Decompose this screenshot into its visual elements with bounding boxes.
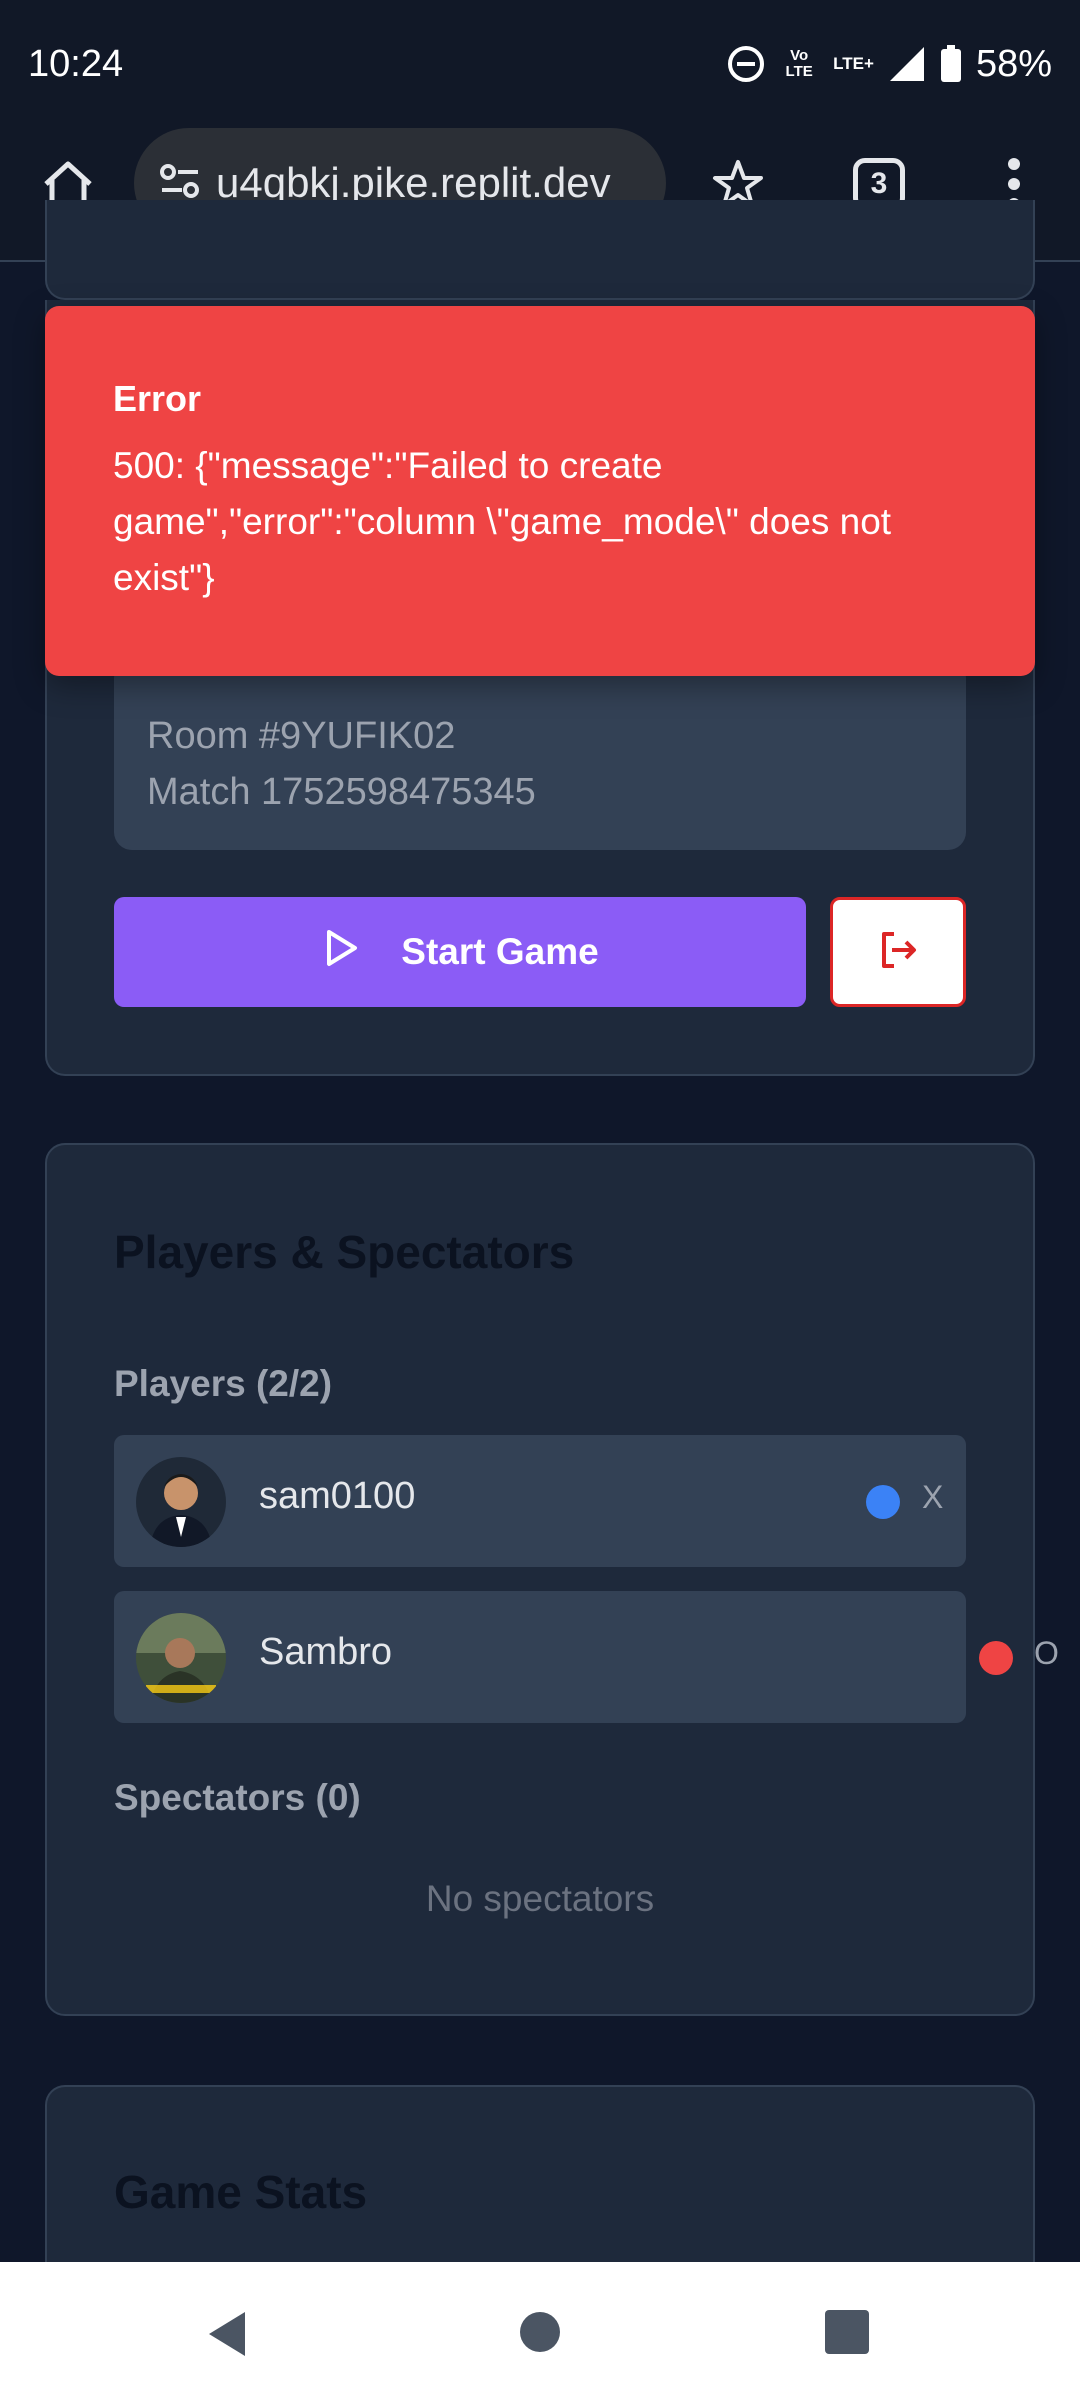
room-code: Room #9YUFIK02: [147, 715, 456, 757]
home-nav-icon[interactable]: [520, 2312, 560, 2352]
players-heading: Players (2/2): [114, 1363, 333, 1404]
recents-icon[interactable]: [825, 2310, 869, 2354]
player-row: Sambro O: [114, 1591, 1059, 1723]
error-toast[interactable]: Error 500: {"message":"Failed to create …: [45, 306, 1035, 676]
lte-icon: LTE+: [833, 54, 874, 73]
no-spectators-text: No spectators: [425, 1878, 655, 1919]
game-stats-title: Game Stats: [114, 2166, 368, 2218]
player-row: sam0100 X: [114, 1435, 966, 1567]
toast-title: Error: [113, 378, 202, 419]
players-spectators-title: Players & Spectators: [114, 1226, 575, 1278]
match-id: Match 1752598475345: [147, 771, 536, 813]
start-game-button[interactable]: Start Game: [114, 897, 806, 1007]
play-icon: [321, 928, 361, 977]
start-game-label: Start Game: [401, 931, 599, 972]
avatar: [136, 1457, 226, 1547]
logout-icon: [876, 928, 920, 977]
room-info-box: Room #9YUFIK02 Match 1752598475345: [114, 660, 966, 850]
toast-message: 500: {"message":"Failed to create game",…: [113, 445, 892, 598]
do-not-disturb-icon: [727, 45, 765, 83]
player-name: sam0100: [259, 1475, 416, 1517]
volte-icon: Vo LTE: [785, 47, 813, 80]
top-card-edge: [45, 200, 1035, 300]
avatar: [136, 1613, 226, 1703]
player-color-dot: [866, 1485, 900, 1519]
player-color-dot: [979, 1641, 1013, 1675]
status-bar: 10:24 Vo LTE LTE+ 58%: [0, 0, 1080, 128]
battery-icon: [940, 45, 962, 83]
leave-room-button[interactable]: [830, 897, 966, 1007]
spectators-heading: Spectators (0): [114, 1777, 361, 1818]
system-nav-bar: [0, 2262, 1080, 2400]
status-time: 10:24: [28, 42, 124, 85]
back-icon[interactable]: [205, 2310, 249, 2363]
player-name: Sambro: [259, 1631, 393, 1673]
player-symbol: X: [922, 1479, 944, 1515]
battery-percent: 58%: [975, 42, 1052, 85]
signal-icon: [888, 45, 926, 83]
status-icons: Vo LTE LTE+ 58%: [727, 43, 1052, 86]
player-symbol: O: [1034, 1635, 1059, 1671]
